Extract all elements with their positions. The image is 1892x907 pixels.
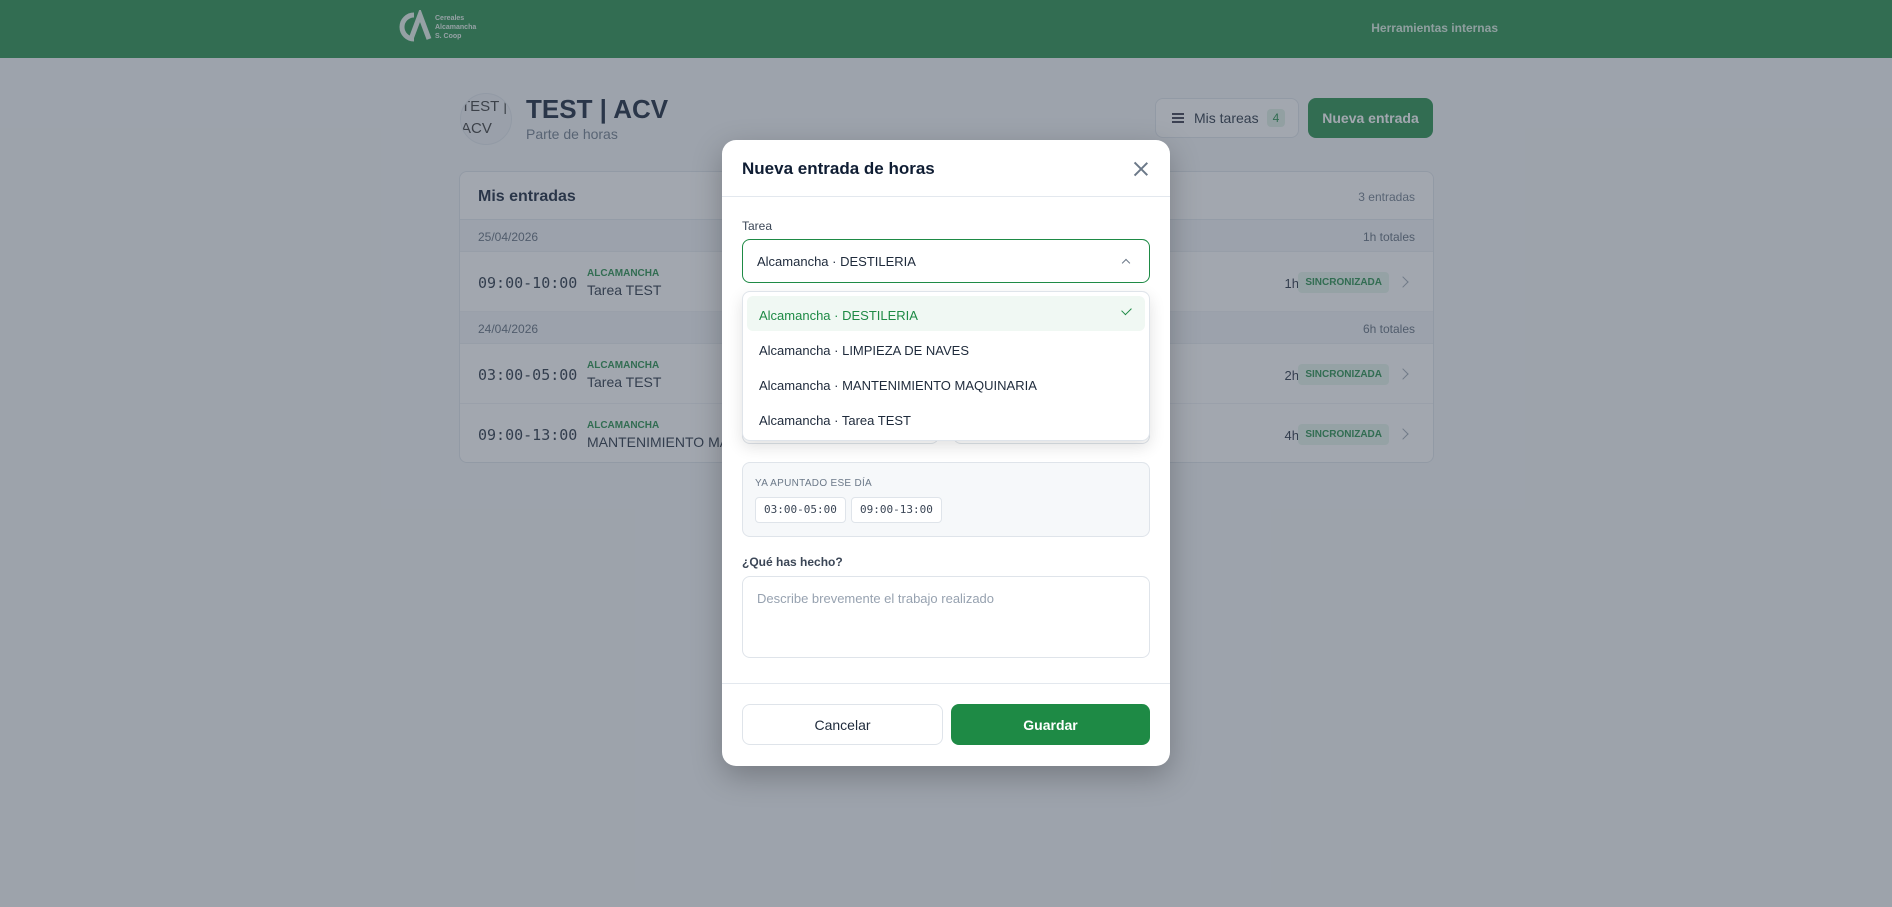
task-select-value: Alcamancha · DESTILERIA [757,254,916,269]
task-option-mantenimiento[interactable]: Alcamancha · MANTENIMIENTO MAQUINARIA [747,366,1145,401]
cancel-button[interactable]: Cancelar [742,704,943,745]
already-booked-panel: YA APUNTADO ESE DÍA 03:00-05:00 09:00-13… [742,462,1150,537]
modal-title: Nueva entrada de horas [742,159,935,178]
booked-slot-chip: 03:00-05:00 [755,497,846,523]
check-icon [1121,304,1132,316]
close-icon[interactable] [1132,160,1150,178]
save-button[interactable]: Guardar [951,704,1150,745]
task-label: Tarea [742,219,773,233]
chevron-up-icon [1121,258,1131,268]
task-option-label: Alcamancha · Tarea TEST [759,413,911,428]
task-option-label: Alcamancha · MANTENIMIENTO MAQUINARIA [759,378,1037,393]
task-option-label: Alcamancha · LIMPIEZA DE NAVES [759,343,969,358]
modal-header-divider [722,196,1170,197]
new-entry-modal: Nueva entrada de horas Tarea Alcamancha … [722,140,1170,766]
task-select[interactable]: Alcamancha · DESTILERIA [742,239,1150,283]
task-option-label: Alcamancha · DESTILERIA [759,308,918,323]
task-option-tarea-test[interactable]: Alcamancha · Tarea TEST [747,401,1145,436]
description-label: ¿Qué has hecho? [742,555,843,569]
task-option-destileria[interactable]: Alcamancha · DESTILERIA [747,296,1145,331]
task-option-limpieza[interactable]: Alcamancha · LIMPIEZA DE NAVES [747,331,1145,366]
task-dropdown-list: Alcamancha · DESTILERIA Alcamancha · LIM… [742,291,1150,441]
description-textarea[interactable]: Describe brevemente el trabajo realizado [742,576,1150,658]
already-booked-title: YA APUNTADO ESE DÍA [755,478,873,489]
booked-slot-chip: 09:00-13:00 [851,497,942,523]
modal-footer-divider [722,683,1170,684]
